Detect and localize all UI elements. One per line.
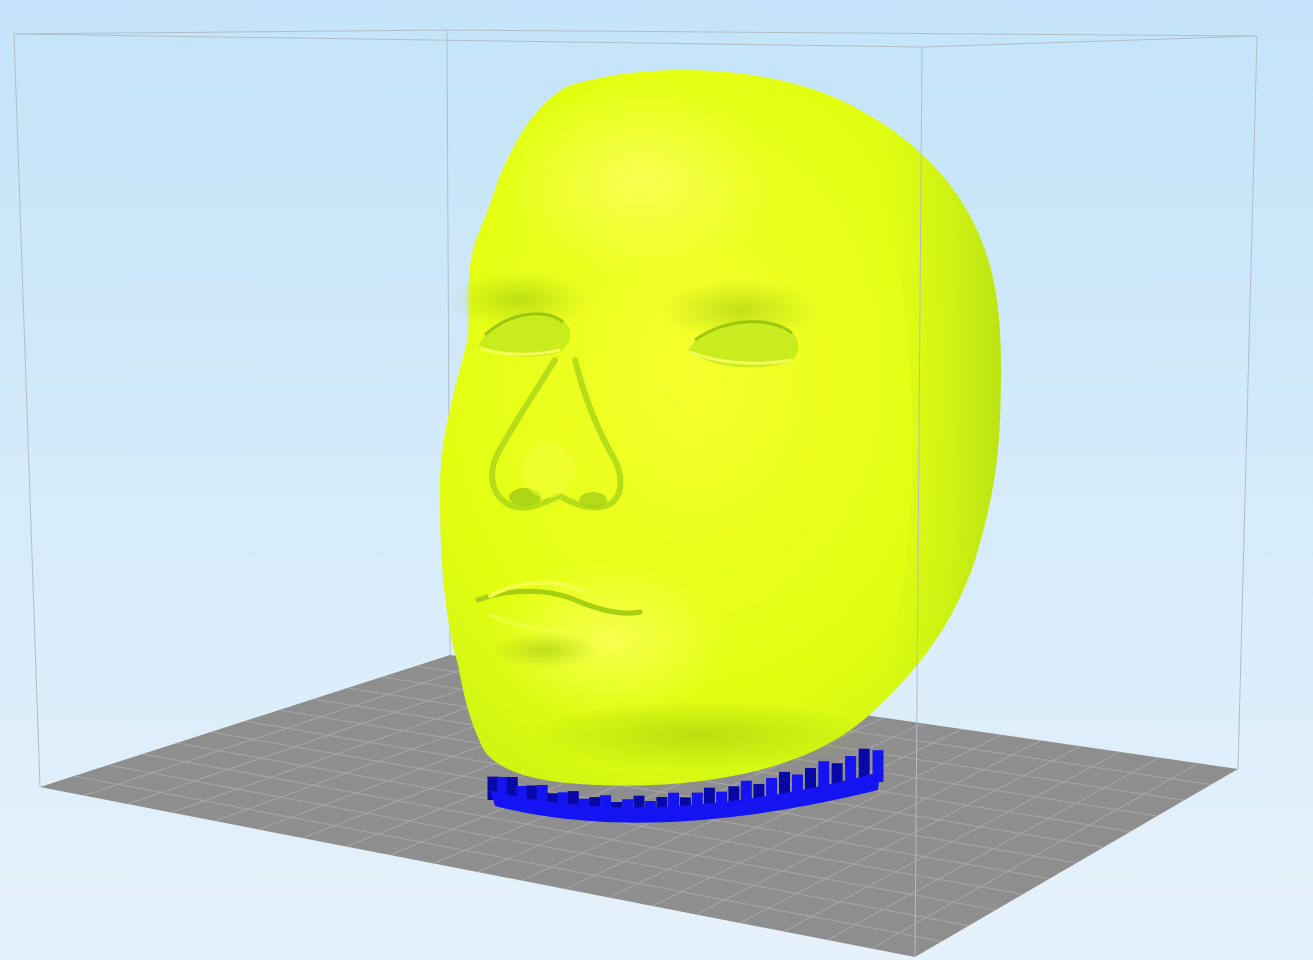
viewport-scene[interactable] bbox=[0, 0, 1313, 960]
jaw-shade bbox=[530, 700, 870, 770]
3d-viewport[interactable] bbox=[0, 0, 1313, 960]
forehead-highlight bbox=[500, 85, 780, 275]
